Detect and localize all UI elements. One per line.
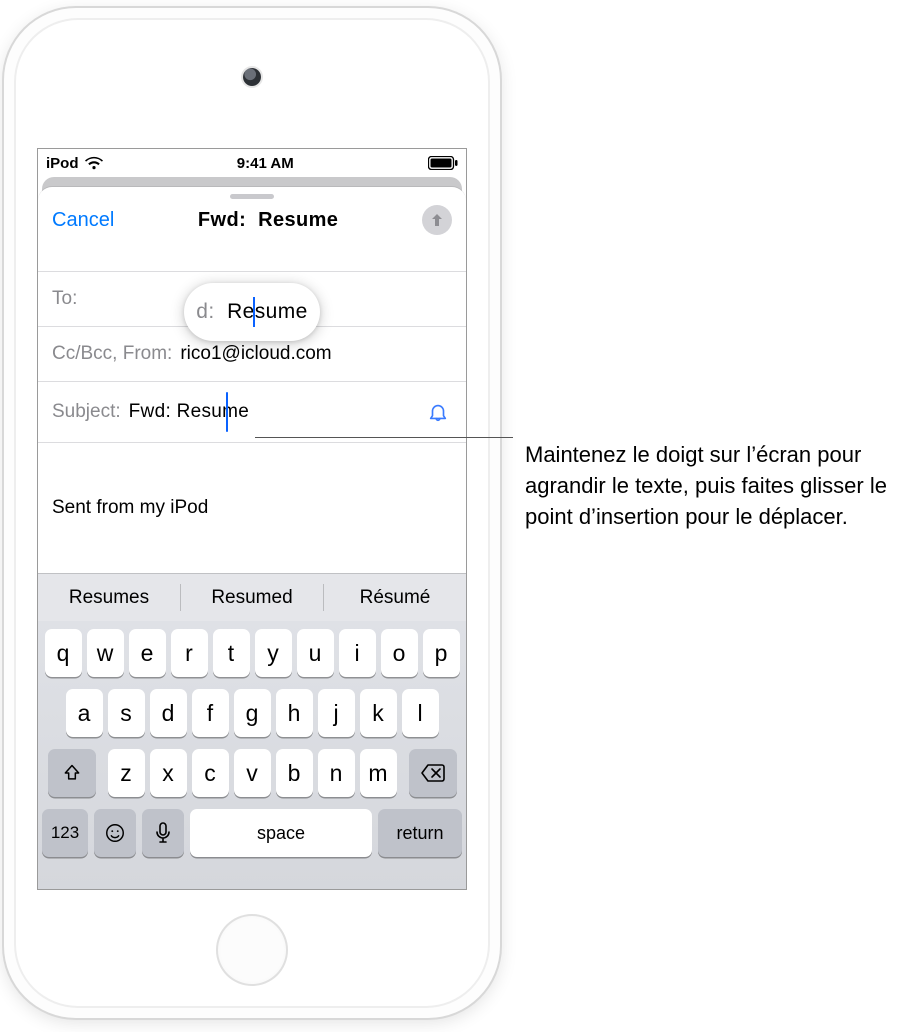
- keyboard: q w e r t y u i o p a s d f g h: [38, 621, 466, 889]
- loupe-post-caret: sume: [255, 300, 308, 324]
- key-g[interactable]: g: [234, 689, 271, 737]
- cancel-button[interactable]: Cancel: [52, 209, 114, 232]
- keyboard-row-2: a s d f g h j k l: [42, 689, 462, 737]
- emoji-icon: [104, 822, 126, 844]
- key-t[interactable]: t: [213, 629, 250, 677]
- home-button[interactable]: [216, 914, 288, 986]
- text-magnifier-loupe: d: Re sume: [184, 283, 320, 341]
- key-u[interactable]: u: [297, 629, 334, 677]
- quicktype-suggestion-bar: Resumes Resumed Résumé: [38, 573, 466, 621]
- key-o[interactable]: o: [381, 629, 418, 677]
- keyboard-row-3: z x c v b n m: [42, 749, 462, 797]
- cc-value[interactable]: rico1@icloud.com: [180, 343, 452, 365]
- suggestion-2[interactable]: Résumé: [324, 574, 466, 621]
- ipod-device-frame: iPod 9:41 AM Cancel Fwd: Resume: [4, 8, 500, 1018]
- key-m[interactable]: m: [360, 749, 397, 797]
- text-caret: [226, 392, 228, 432]
- bell-icon: [427, 401, 449, 423]
- send-button[interactable]: [422, 205, 452, 235]
- key-x[interactable]: x: [150, 749, 187, 797]
- key-w[interactable]: w: [87, 629, 124, 677]
- key-h[interactable]: h: [276, 689, 313, 737]
- key-backspace[interactable]: [409, 749, 457, 797]
- device-label: iPod: [46, 155, 79, 172]
- key-q[interactable]: q: [45, 629, 82, 677]
- key-j[interactable]: j: [318, 689, 355, 737]
- key-c[interactable]: c: [192, 749, 229, 797]
- compose-sheet: Cancel Fwd: Resume To: Cc/Bcc, From: ric…: [38, 187, 466, 889]
- backspace-icon: [421, 764, 445, 782]
- key-space[interactable]: space: [190, 809, 372, 857]
- key-z[interactable]: z: [108, 749, 145, 797]
- key-e[interactable]: e: [129, 629, 166, 677]
- cc-label: Cc/Bcc, From:: [52, 343, 172, 365]
- title-rest: Resume: [258, 209, 338, 231]
- key-l[interactable]: l: [402, 689, 439, 737]
- key-f[interactable]: f: [192, 689, 229, 737]
- key-p[interactable]: p: [423, 629, 460, 677]
- callout-leader-line: [255, 437, 513, 438]
- title-prefix: Fwd:: [198, 209, 246, 231]
- subject-field-row[interactable]: Subject: Fwd: Resume: [38, 382, 466, 443]
- key-123[interactable]: 123: [42, 809, 88, 857]
- to-label: To:: [52, 288, 77, 310]
- key-b[interactable]: b: [276, 749, 313, 797]
- key-r[interactable]: r: [171, 629, 208, 677]
- key-s[interactable]: s: [108, 689, 145, 737]
- shift-icon: [62, 763, 82, 783]
- suggestion-0[interactable]: Resumes: [38, 574, 180, 621]
- keyboard-row-bottom: 123 space return: [42, 809, 462, 857]
- key-shift[interactable]: [48, 749, 96, 797]
- loupe-pre-caret: Re: [227, 300, 255, 324]
- key-a[interactable]: a: [66, 689, 103, 737]
- key-return[interactable]: return: [378, 809, 462, 857]
- compose-fields: To: Cc/Bcc, From: rico1@icloud.com Subje…: [38, 245, 466, 443]
- wifi-icon: [85, 156, 103, 170]
- screen: iPod 9:41 AM Cancel Fwd: Resume: [37, 148, 467, 890]
- loupe-left-text: d:: [196, 300, 214, 324]
- key-n[interactable]: n: [318, 749, 355, 797]
- key-dictation[interactable]: [142, 809, 184, 857]
- key-emoji[interactable]: [94, 809, 136, 857]
- signature-text: Sent from my iPod: [52, 497, 208, 518]
- front-camera: [243, 68, 261, 86]
- key-v[interactable]: v: [234, 749, 271, 797]
- subject-value[interactable]: Fwd: Resume: [129, 401, 424, 423]
- callout-text: Maintenez le doigt sur l’écran pour agra…: [525, 440, 897, 532]
- microphone-icon: [154, 822, 172, 844]
- key-k[interactable]: k: [360, 689, 397, 737]
- status-bar: iPod 9:41 AM: [38, 149, 466, 177]
- clock: 9:41 AM: [237, 155, 294, 172]
- sheet-nav: Cancel Fwd: Resume: [38, 199, 466, 245]
- battery-icon: [428, 156, 458, 170]
- key-i[interactable]: i: [339, 629, 376, 677]
- notify-button[interactable]: [424, 398, 452, 426]
- suggestion-1[interactable]: Resumed: [181, 574, 323, 621]
- keyboard-row-1: q w e r t y u i o p: [42, 629, 462, 677]
- arrow-up-icon: [429, 212, 445, 228]
- subject-label: Subject:: [52, 401, 121, 423]
- key-y[interactable]: y: [255, 629, 292, 677]
- key-d[interactable]: d: [150, 689, 187, 737]
- sheet-title: Fwd: Resume: [198, 209, 338, 232]
